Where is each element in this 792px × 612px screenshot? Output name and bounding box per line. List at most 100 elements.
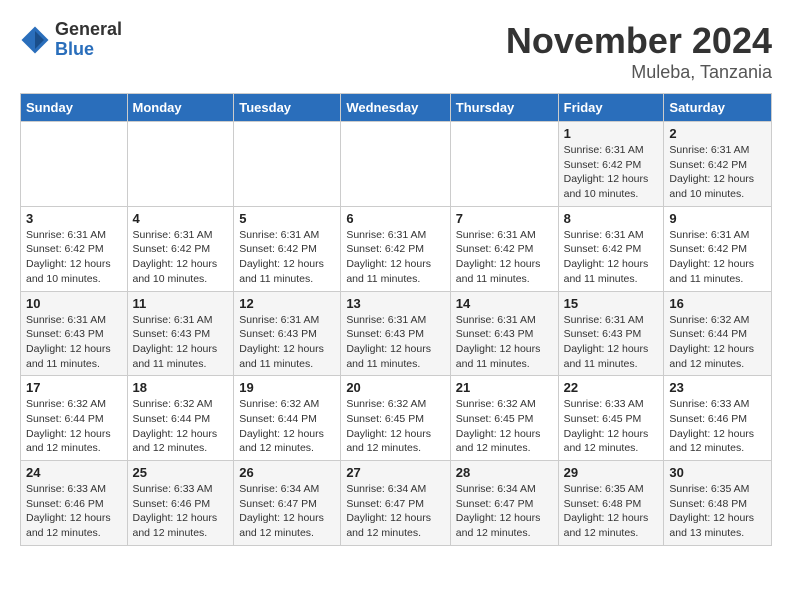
calendar-cell: 28 Sunrise: 6:34 AM Sunset: 6:47 PM Dayli…: [450, 461, 558, 546]
calendar-cell: 8 Sunrise: 6:31 AM Sunset: 6:42 PM Daylig…: [558, 206, 664, 291]
day-number: 25: [133, 465, 229, 480]
calendar-cell: 18 Sunrise: 6:32 AM Sunset: 6:44 PM Dayli…: [127, 376, 234, 461]
weekday-header: Monday: [127, 94, 234, 122]
day-info: Sunrise: 6:34 AM Sunset: 6:47 PM Dayligh…: [239, 482, 335, 541]
day-info: Sunrise: 6:31 AM Sunset: 6:42 PM Dayligh…: [669, 143, 766, 202]
calendar-cell: 17Sunrise: 6:32 AM Sunset: 6:44 PM Dayli…: [21, 376, 128, 461]
calendar-table: SundayMondayTuesdayWednesdayThursdayFrid…: [20, 93, 772, 546]
day-info: Sunrise: 6:32 AM Sunset: 6:45 PM Dayligh…: [346, 397, 444, 456]
day-number: 5: [239, 211, 335, 226]
calendar-cell: [341, 122, 450, 207]
calendar-cell: 1 Sunrise: 6:31 AM Sunset: 6:42 PM Daylig…: [558, 122, 664, 207]
calendar-cell: 29 Sunrise: 6:35 AM Sunset: 6:48 PM Dayli…: [558, 461, 664, 546]
day-number: 30: [669, 465, 766, 480]
day-info: Sunrise: 6:31 AM Sunset: 6:42 PM Dayligh…: [564, 143, 659, 202]
header-row: SundayMondayTuesdayWednesdayThursdayFrid…: [21, 94, 772, 122]
calendar-cell: 9Sunrise: 6:31 AM Sunset: 6:42 PM Daylig…: [664, 206, 772, 291]
day-info: Sunrise: 6:31 AM Sunset: 6:42 PM Dayligh…: [239, 228, 335, 287]
calendar-cell: 16Sunrise: 6:32 AM Sunset: 6:44 PM Dayli…: [664, 291, 772, 376]
logo: General Blue: [20, 20, 122, 60]
day-info: Sunrise: 6:32 AM Sunset: 6:44 PM Dayligh…: [133, 397, 229, 456]
location-title: Muleba, Tanzania: [506, 62, 772, 83]
day-info: Sunrise: 6:31 AM Sunset: 6:43 PM Dayligh…: [239, 313, 335, 372]
calendar-cell: [450, 122, 558, 207]
day-number: 13: [346, 296, 444, 311]
day-info: Sunrise: 6:33 AM Sunset: 6:45 PM Dayligh…: [564, 397, 659, 456]
weekday-header: Thursday: [450, 94, 558, 122]
day-info: Sunrise: 6:34 AM Sunset: 6:47 PM Dayligh…: [456, 482, 553, 541]
calendar-cell: 6Sunrise: 6:31 AM Sunset: 6:42 PM Daylig…: [341, 206, 450, 291]
day-number: 19: [239, 380, 335, 395]
day-info: Sunrise: 6:31 AM Sunset: 6:43 PM Dayligh…: [564, 313, 659, 372]
day-number: 23: [669, 380, 766, 395]
day-number: 11: [133, 296, 229, 311]
calendar-cell: 22 Sunrise: 6:33 AM Sunset: 6:45 PM Dayli…: [558, 376, 664, 461]
calendar-header: SundayMondayTuesdayWednesdayThursdayFrid…: [21, 94, 772, 122]
day-number: 12: [239, 296, 335, 311]
calendar-cell: 13 Sunrise: 6:31 AM Sunset: 6:43 PM Dayli…: [341, 291, 450, 376]
day-info: Sunrise: 6:32 AM Sunset: 6:45 PM Dayligh…: [456, 397, 553, 456]
day-number: 22: [564, 380, 659, 395]
logo-text: General Blue: [55, 20, 122, 60]
calendar-cell: 10 Sunrise: 6:31 AM Sunset: 6:43 PM Dayli…: [21, 291, 128, 376]
calendar-cell: 27 Sunrise: 6:34 AM Sunset: 6:47 PM Dayli…: [341, 461, 450, 546]
title-section: November 2024 Muleba, Tanzania: [506, 20, 772, 83]
calendar-cell: 20 Sunrise: 6:32 AM Sunset: 6:45 PM Dayli…: [341, 376, 450, 461]
day-number: 20: [346, 380, 444, 395]
calendar-cell: 11 Sunrise: 6:31 AM Sunset: 6:43 PM Dayli…: [127, 291, 234, 376]
day-info: Sunrise: 6:34 AM Sunset: 6:47 PM Dayligh…: [346, 482, 444, 541]
calendar-cell: [234, 122, 341, 207]
calendar-cell: 15Sunrise: 6:31 AM Sunset: 6:43 PM Dayli…: [558, 291, 664, 376]
day-info: Sunrise: 6:33 AM Sunset: 6:46 PM Dayligh…: [133, 482, 229, 541]
day-number: 2: [669, 126, 766, 141]
calendar-cell: [21, 122, 128, 207]
day-number: 7: [456, 211, 553, 226]
calendar-week-row: 1 Sunrise: 6:31 AM Sunset: 6:42 PM Daylig…: [21, 122, 772, 207]
calendar-week-row: 24 Sunrise: 6:33 AM Sunset: 6:46 PM Dayli…: [21, 461, 772, 546]
calendar-cell: 21 Sunrise: 6:32 AM Sunset: 6:45 PM Dayli…: [450, 376, 558, 461]
day-info: Sunrise: 6:32 AM Sunset: 6:44 PM Dayligh…: [26, 397, 122, 456]
day-info: Sunrise: 6:31 AM Sunset: 6:43 PM Dayligh…: [456, 313, 553, 372]
day-number: 4: [133, 211, 229, 226]
calendar-cell: 2 Sunrise: 6:31 AM Sunset: 6:42 PM Daylig…: [664, 122, 772, 207]
day-number: 24: [26, 465, 122, 480]
calendar-cell: 14Sunrise: 6:31 AM Sunset: 6:43 PM Dayli…: [450, 291, 558, 376]
day-info: Sunrise: 6:31 AM Sunset: 6:42 PM Dayligh…: [456, 228, 553, 287]
calendar-cell: 3 Sunrise: 6:31 AM Sunset: 6:42 PM Daylig…: [21, 206, 128, 291]
day-info: Sunrise: 6:31 AM Sunset: 6:43 PM Dayligh…: [26, 313, 122, 372]
day-number: 10: [26, 296, 122, 311]
day-info: Sunrise: 6:31 AM Sunset: 6:43 PM Dayligh…: [346, 313, 444, 372]
day-info: Sunrise: 6:33 AM Sunset: 6:46 PM Dayligh…: [26, 482, 122, 541]
calendar-cell: 24 Sunrise: 6:33 AM Sunset: 6:46 PM Dayli…: [21, 461, 128, 546]
day-info: Sunrise: 6:32 AM Sunset: 6:44 PM Dayligh…: [669, 313, 766, 372]
day-info: Sunrise: 6:31 AM Sunset: 6:42 PM Dayligh…: [133, 228, 229, 287]
day-number: 1: [564, 126, 659, 141]
day-number: 8: [564, 211, 659, 226]
day-number: 26: [239, 465, 335, 480]
day-number: 21: [456, 380, 553, 395]
day-info: Sunrise: 6:35 AM Sunset: 6:48 PM Dayligh…: [564, 482, 659, 541]
day-info: Sunrise: 6:31 AM Sunset: 6:42 PM Dayligh…: [669, 228, 766, 287]
day-number: 29: [564, 465, 659, 480]
month-title: November 2024: [506, 20, 772, 62]
calendar-body: 1 Sunrise: 6:31 AM Sunset: 6:42 PM Daylig…: [21, 122, 772, 546]
day-info: Sunrise: 6:33 AM Sunset: 6:46 PM Dayligh…: [669, 397, 766, 456]
day-number: 27: [346, 465, 444, 480]
calendar-week-row: 17Sunrise: 6:32 AM Sunset: 6:44 PM Dayli…: [21, 376, 772, 461]
day-number: 3: [26, 211, 122, 226]
weekday-header: Saturday: [664, 94, 772, 122]
page-header: General Blue November 2024 Muleba, Tanza…: [20, 20, 772, 83]
day-info: Sunrise: 6:31 AM Sunset: 6:42 PM Dayligh…: [564, 228, 659, 287]
calendar-cell: 12 Sunrise: 6:31 AM Sunset: 6:43 PM Dayli…: [234, 291, 341, 376]
day-info: Sunrise: 6:31 AM Sunset: 6:43 PM Dayligh…: [133, 313, 229, 372]
calendar-cell: 5 Sunrise: 6:31 AM Sunset: 6:42 PM Daylig…: [234, 206, 341, 291]
day-number: 28: [456, 465, 553, 480]
day-info: Sunrise: 6:31 AM Sunset: 6:42 PM Dayligh…: [26, 228, 122, 287]
day-number: 18: [133, 380, 229, 395]
calendar-cell: 7 Sunrise: 6:31 AM Sunset: 6:42 PM Daylig…: [450, 206, 558, 291]
calendar-cell: 25 Sunrise: 6:33 AM Sunset: 6:46 PM Dayli…: [127, 461, 234, 546]
logo-icon: [20, 25, 50, 55]
weekday-header: Sunday: [21, 94, 128, 122]
weekday-header: Wednesday: [341, 94, 450, 122]
logo-blue: Blue: [55, 40, 122, 60]
